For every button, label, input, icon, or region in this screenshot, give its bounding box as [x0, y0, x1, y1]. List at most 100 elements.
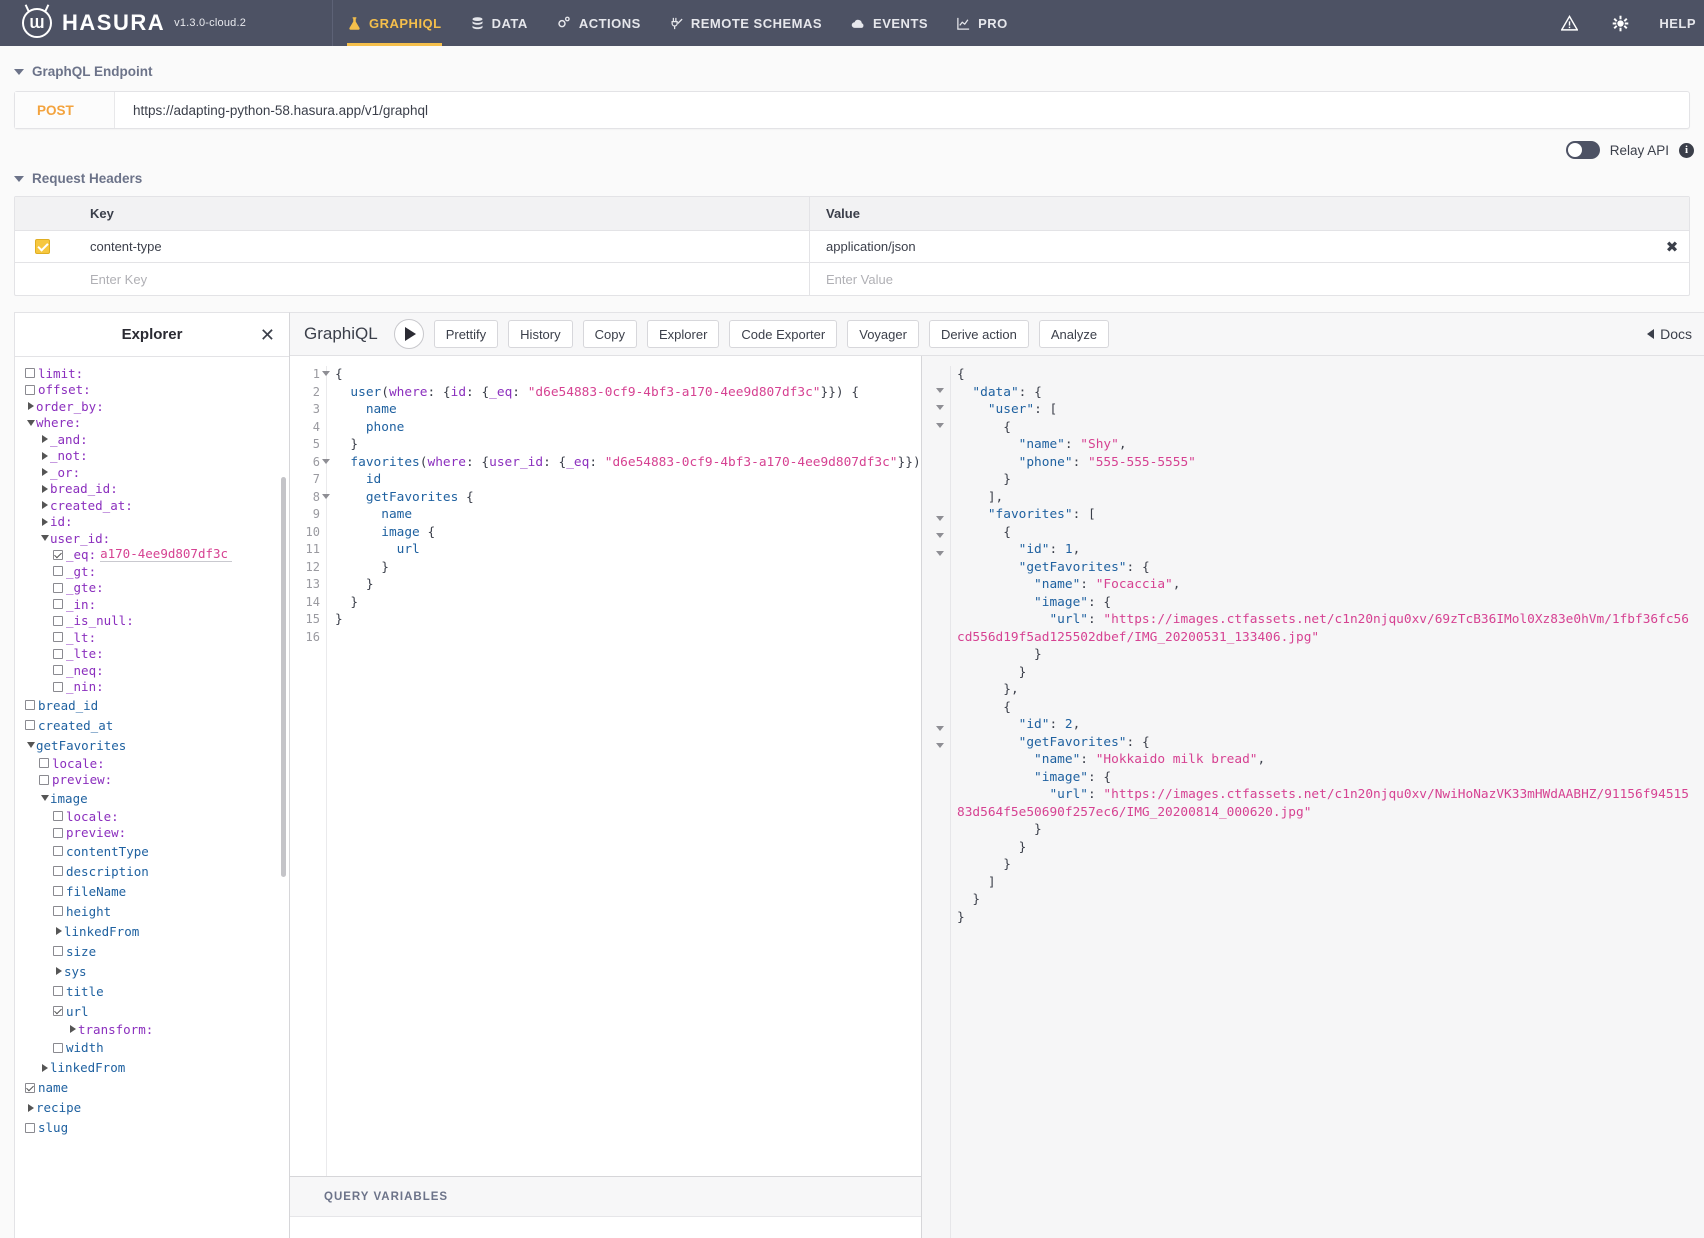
checkbox-icon[interactable]: [53, 827, 63, 838]
explorer-node-title[interactable]: title: [15, 981, 289, 1001]
request-headers-section-header[interactable]: Request Headers: [0, 169, 1704, 186]
checkbox-icon[interactable]: [53, 986, 63, 996]
explorer-node-_in[interactable]: _in:: [15, 596, 289, 613]
new-header-key-input[interactable]: Enter Key: [70, 263, 810, 295]
explorer-node-width[interactable]: width: [15, 1038, 289, 1058]
triangle-down-icon[interactable]: [39, 535, 50, 542]
explorer-node-_lt[interactable]: _lt:: [15, 629, 289, 646]
checkbox-icon[interactable]: [25, 384, 35, 395]
fold-triangle-icon[interactable]: [936, 388, 944, 393]
toolbar-button-explorer[interactable]: Explorer: [646, 320, 720, 348]
checkbox-icon[interactable]: [53, 665, 63, 676]
fold-triangle-icon[interactable]: [322, 371, 330, 376]
triangle-right-icon[interactable]: [39, 451, 50, 460]
checkbox-icon[interactable]: [53, 1042, 63, 1053]
checkbox-icon[interactable]: [53, 648, 63, 659]
explorer-node-linkedFrom[interactable]: linkedFrom: [15, 1058, 289, 1078]
explorer-node-_neq[interactable]: _neq:: [15, 662, 289, 679]
relay-api-toggle[interactable]: [1565, 141, 1600, 159]
query-variables-body[interactable]: [290, 1216, 921, 1238]
checkbox-icon[interactable]: [53, 946, 63, 956]
header-value-input[interactable]: application/json: [810, 231, 1655, 262]
triangle-right-icon[interactable]: [25, 1103, 36, 1112]
explorer-node-bread_id[interactable]: bread_id:: [15, 481, 289, 498]
triangle-down-icon[interactable]: [25, 419, 36, 426]
header-enabled-checkbox[interactable]: [35, 239, 50, 254]
close-icon[interactable]: ✖: [1655, 238, 1689, 256]
execute-query-button[interactable]: [393, 319, 424, 349]
triangle-right-icon[interactable]: [39, 517, 50, 526]
triangle-right-icon[interactable]: [53, 967, 64, 975]
explorer-node-_lte[interactable]: _lte:: [15, 646, 289, 663]
explorer-node-recipe[interactable]: recipe: [15, 1098, 289, 1118]
triangle-right-icon[interactable]: [39, 1063, 50, 1072]
fold-triangle-icon[interactable]: [936, 726, 944, 731]
checkbox-checked-icon[interactable]: [25, 1082, 35, 1093]
info-icon[interactable]: i: [1679, 142, 1694, 158]
triangle-down-icon[interactable]: [39, 795, 50, 801]
graphql-endpoint-section-header[interactable]: GraphQL Endpoint: [0, 46, 1704, 79]
checkbox-icon[interactable]: [53, 615, 63, 626]
explorer-node-_not[interactable]: _not:: [15, 448, 289, 465]
nav-item-remote-schemas[interactable]: REMOTE SCHEMAS: [655, 0, 836, 46]
explorer-node-height[interactable]: height: [15, 901, 289, 921]
new-header-value-input[interactable]: Enter Value: [810, 263, 1655, 295]
explorer-node-where[interactable]: where:: [15, 415, 289, 432]
query-code-text[interactable]: { user(where: {id: {_eq: "d6e54883-0cf9-…: [326, 366, 921, 1176]
checkbox-icon[interactable]: [39, 774, 49, 785]
explorer-node-sys[interactable]: sys: [15, 961, 289, 981]
help-link[interactable]: HELP: [1659, 16, 1696, 31]
checkbox-icon[interactable]: [53, 906, 63, 916]
triangle-right-icon[interactable]: [39, 484, 50, 493]
checkbox-icon[interactable]: [53, 681, 63, 692]
nav-item-graphiql[interactable]: GRAPHIQL: [333, 0, 456, 46]
docs-button[interactable]: Docs: [1647, 326, 1692, 342]
checkbox-checked-icon[interactable]: [53, 549, 63, 560]
fold-triangle-icon[interactable]: [936, 405, 944, 410]
explorer-node-bread_id[interactable]: bread_id: [15, 695, 289, 715]
close-icon[interactable]: ✕: [260, 326, 275, 344]
checkbox-icon[interactable]: [53, 846, 63, 856]
explorer-node-_or[interactable]: _or:: [15, 464, 289, 481]
fold-triangle-icon[interactable]: [936, 743, 944, 748]
triangle-right-icon[interactable]: [39, 501, 50, 510]
query-code-area[interactable]: 1 2 3 4 5 6 7 8 9 10 11 12 13 14 15 16 { user(where: {i…: [290, 356, 921, 1176]
explorer-node-_gte[interactable]: _gte:: [15, 580, 289, 597]
explorer-node-offset[interactable]: offset:: [15, 382, 289, 399]
nav-item-actions[interactable]: ACTIONS: [542, 0, 655, 46]
checkbox-icon[interactable]: [53, 886, 63, 896]
checkbox-icon[interactable]: [25, 720, 35, 730]
fold-triangle-icon[interactable]: [936, 533, 944, 538]
explorer-node-fileName[interactable]: fileName: [15, 881, 289, 901]
triangle-right-icon[interactable]: [25, 402, 36, 411]
explorer-node-transform[interactable]: transform:: [15, 1021, 289, 1038]
triangle-down-icon[interactable]: [25, 742, 36, 748]
toolbar-button-analyze[interactable]: Analyze: [1038, 320, 1110, 348]
explorer-node-linkedFrom[interactable]: linkedFrom: [15, 921, 289, 941]
toolbar-button-history[interactable]: History: [508, 320, 573, 348]
nav-item-events[interactable]: EVENTS: [836, 0, 942, 46]
triangle-right-icon[interactable]: [39, 435, 50, 444]
query-variables-header[interactable]: QUERY VARIABLES: [290, 1176, 921, 1216]
fold-triangle-icon[interactable]: [936, 423, 944, 428]
checkbox-icon[interactable]: [25, 1122, 35, 1133]
checkbox-icon[interactable]: [53, 599, 63, 610]
triangle-right-icon[interactable]: [67, 1025, 78, 1034]
explorer-node-order_by[interactable]: order_by:: [15, 398, 289, 415]
fold-triangle-icon[interactable]: [936, 551, 944, 556]
checkbox-icon[interactable]: [25, 368, 35, 379]
toolbar-button-voyager[interactable]: Voyager: [847, 320, 919, 348]
explorer-node-locale[interactable]: locale:: [15, 808, 289, 825]
explorer-node-_and[interactable]: _and:: [15, 431, 289, 448]
explorer-node-description[interactable]: description: [15, 861, 289, 881]
explorer-node-preview[interactable]: preview:: [15, 825, 289, 842]
checkbox-icon[interactable]: [53, 566, 63, 577]
explorer-value-input[interactable]: [100, 547, 233, 563]
explorer-node-slug[interactable]: slug: [15, 1118, 289, 1138]
explorer-node-user_id[interactable]: user_id:: [15, 530, 289, 547]
checkbox-icon[interactable]: [25, 700, 35, 710]
checkbox-icon[interactable]: [53, 632, 63, 643]
fold-triangle-icon[interactable]: [936, 516, 944, 521]
header-key-input[interactable]: content-type: [70, 231, 810, 262]
endpoint-url-field[interactable]: https://adapting-python-58.hasura.app/v1…: [115, 92, 1689, 128]
